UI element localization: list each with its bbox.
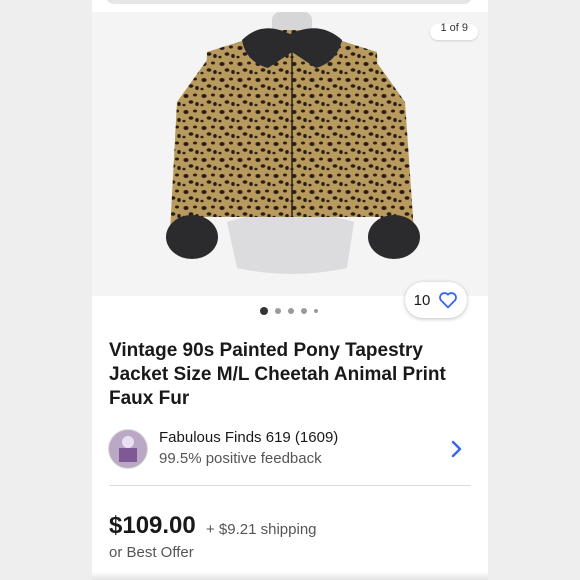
seller-feedback: 99.5% positive feedback (159, 450, 322, 467)
best-offer-label: or Best Offer (109, 544, 194, 561)
pager-dot[interactable] (275, 308, 281, 314)
product-image[interactable]: 1 of 9 (92, 12, 488, 296)
seller-name[interactable]: Fabulous Finds 619 (1609) (159, 429, 338, 446)
chevron-right-icon[interactable] (450, 440, 462, 458)
listing-title: Vintage 90s Painted Pony Tapestry Jacket… (109, 340, 446, 409)
image-pager-dots[interactable] (260, 307, 318, 315)
pager-dot[interactable] (260, 307, 268, 315)
seller-avatar (108, 429, 148, 469)
top-bar (106, 0, 472, 4)
pager-dot[interactable] (314, 309, 318, 313)
pager-dot[interactable] (288, 308, 294, 314)
listing-page: 1 of 9 10 Vintage 90s Painted Pony Tapes… (92, 0, 488, 580)
watch-button[interactable]: 10 (405, 282, 467, 318)
watch-count: 10 (413, 291, 431, 309)
pager-dot[interactable] (301, 308, 307, 314)
heart-icon (439, 292, 458, 309)
bottom-edge (92, 572, 488, 580)
divider (109, 485, 471, 486)
shipping-cost: + $9.21 shipping (206, 521, 317, 538)
price: $109.00 (109, 512, 196, 539)
jacket-photo (166, 12, 420, 274)
seller-row[interactable]: Fabulous Finds 619 (1609) 99.5% positive… (108, 428, 472, 470)
image-counter: 1 of 9 (430, 23, 478, 40)
